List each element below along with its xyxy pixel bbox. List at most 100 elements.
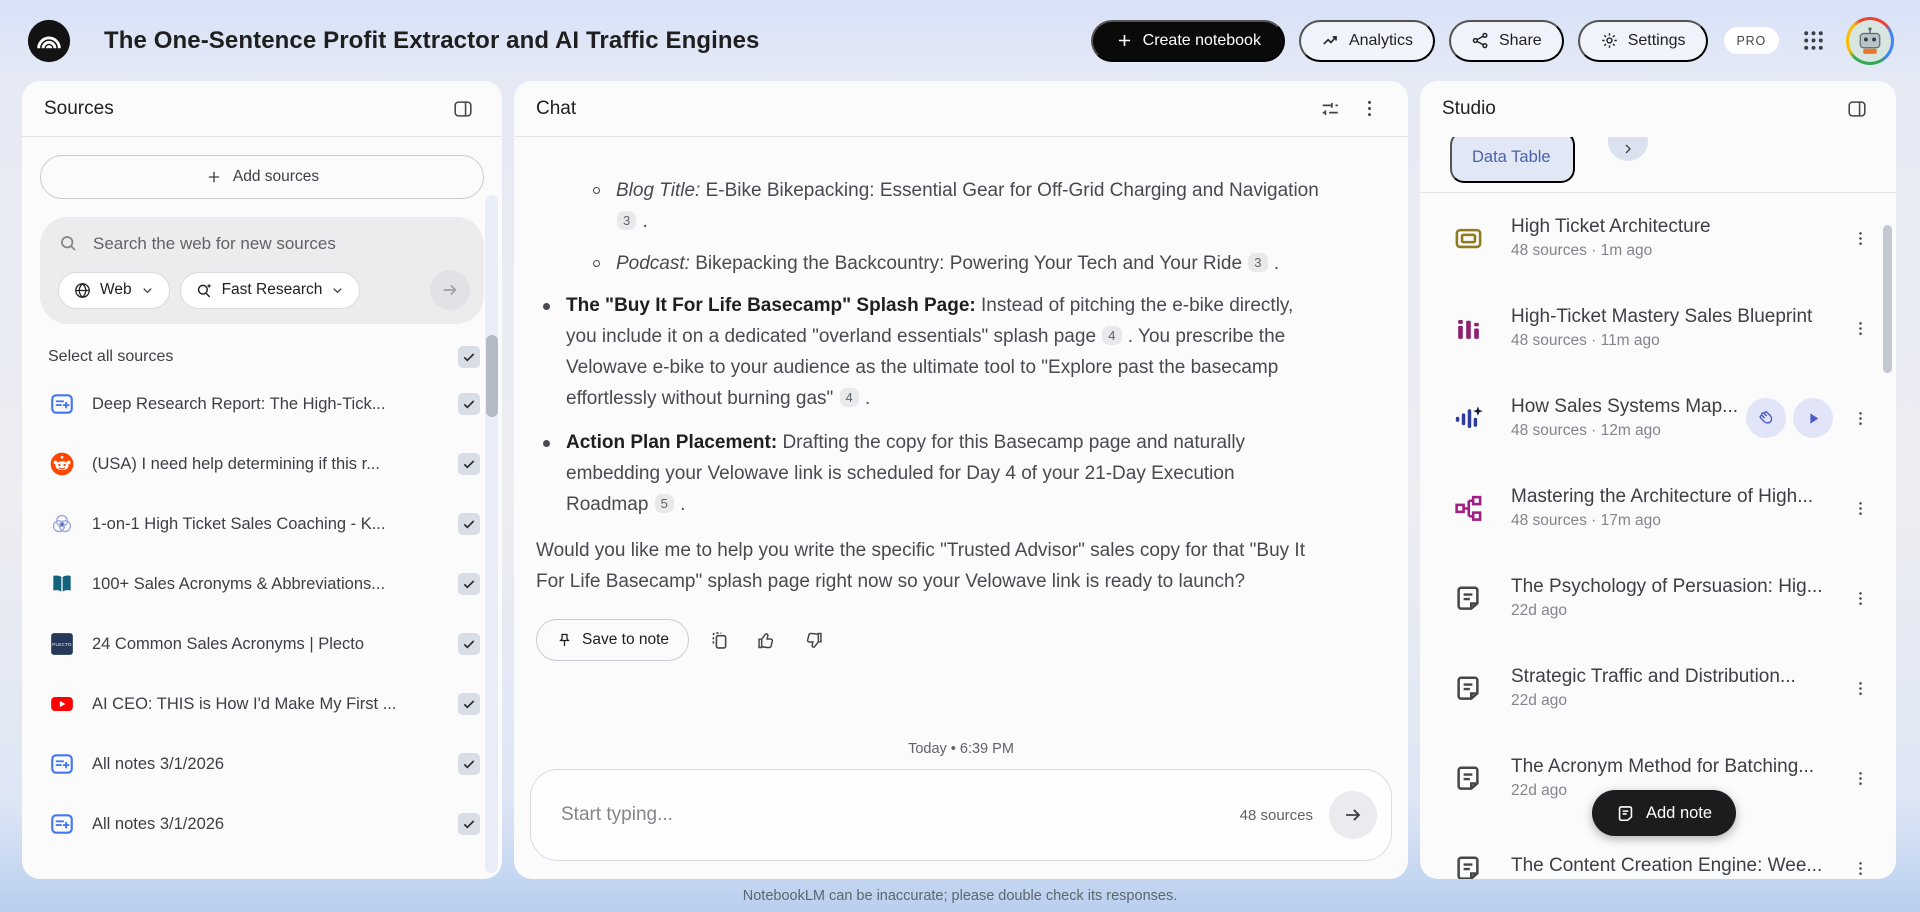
collapse-sources-panel-icon[interactable] [446, 92, 480, 126]
thumbs-up-icon[interactable] [750, 624, 783, 657]
web-search-box: Web Fast Research [40, 217, 484, 324]
studio-item-meta: 48 sources · 17m ago [1511, 512, 1661, 529]
studio-item-menu-icon[interactable] [1843, 311, 1878, 346]
search-submit-button[interactable] [430, 270, 470, 310]
source-title: All notes 3/1/2026 [92, 814, 225, 833]
citation-badge[interactable]: 3 [1248, 253, 1268, 272]
chat-text-segment: . [674, 494, 686, 515]
chat-input[interactable] [561, 804, 1240, 826]
source-checkbox[interactable] [458, 393, 480, 415]
source-row[interactable]: All notes 3/1/2026 [40, 794, 484, 854]
source-row[interactable]: AI CEO: THIS is How I'd Make My First ..… [40, 674, 484, 734]
web-source-type-dropdown[interactable]: Web [58, 271, 170, 309]
chat-bullet: The "Buy It For Life Basecamp" Splash Pa… [536, 290, 1322, 414]
globe-icon [73, 281, 92, 300]
chat-timestamp: Today • 6:39 PM [908, 741, 1014, 757]
note-dark-icon [1450, 670, 1486, 706]
user-avatar[interactable] [1846, 16, 1894, 65]
citation-badge[interactable]: 5 [654, 494, 674, 513]
studio-item-meta: 48 sources · 12m ago [1511, 422, 1661, 439]
select-all-checkbox[interactable] [458, 346, 480, 368]
search-icon [58, 233, 79, 254]
play-audio-button[interactable] [1793, 398, 1833, 438]
analytics-button[interactable]: Analytics [1298, 19, 1435, 62]
expand-studio-panel-icon[interactable] [1840, 92, 1874, 126]
studio-output-row[interactable]: The Psychology of Persuasion: Hig... 22d… [1420, 553, 1896, 643]
sources-scrollbar-thumb[interactable] [486, 335, 498, 417]
citation-badge[interactable]: 4 [1102, 326, 1122, 345]
source-checkbox[interactable] [458, 813, 480, 835]
source-checkbox[interactable] [458, 513, 480, 535]
disclaimer-text: NotebookLM can be inaccurate; please dou… [742, 888, 1178, 904]
studio-item-menu-icon[interactable] [1843, 581, 1878, 616]
studio-item-menu-icon[interactable] [1843, 221, 1878, 256]
send-message-button[interactable] [1329, 791, 1377, 839]
studio-chip-row: Data Table [1420, 137, 1896, 193]
studio-item-menu-icon[interactable] [1843, 401, 1878, 436]
sources-scrollbar-track[interactable] [485, 195, 498, 873]
source-title: 1-on-1 High Ticket Sales Coaching - K... [92, 514, 386, 533]
source-checkbox[interactable] [458, 453, 480, 475]
citation-badge[interactable]: 4 [839, 388, 859, 407]
search-web-input[interactable] [93, 233, 470, 254]
chat-paragraph: Would you like me to help you write the … [536, 535, 1322, 597]
source-row[interactable]: 1-on-1 High Ticket Sales Coaching - K... [40, 494, 484, 554]
studio-item-title: High-Ticket Mastery Sales Blueprint [1511, 306, 1813, 327]
book-icon [48, 571, 75, 598]
search-sparkle-icon [195, 281, 214, 300]
studio-scrollbar-thumb[interactable] [1883, 225, 1892, 373]
source-checkbox[interactable] [458, 753, 480, 775]
bars-purple-icon [1450, 310, 1486, 346]
notebooklm-logo-icon[interactable] [26, 18, 72, 64]
data-table-chip[interactable]: Data Table [1450, 137, 1575, 183]
top-bar: The One-Sentence Profit Extractor and AI… [0, 0, 1920, 81]
save-to-note-button[interactable]: Save to note [536, 619, 690, 661]
source-title: All notes 3/1/2026 [92, 754, 225, 773]
studio-output-list: High Ticket Architecture 48 sources · 1m… [1420, 193, 1896, 879]
studio-item-title: Strategic Traffic and Distribution... [1511, 666, 1796, 687]
pin-icon [556, 632, 573, 649]
add-note-button[interactable]: Add note [1592, 790, 1737, 836]
add-sources-button[interactable]: Add sources [40, 155, 484, 199]
gear-icon [1600, 31, 1619, 50]
studio-item-menu-icon[interactable] [1843, 491, 1878, 526]
chevron-down-icon [330, 283, 345, 298]
chat-settings-tune-icon[interactable] [1313, 92, 1347, 126]
share-button[interactable]: Share [1448, 19, 1564, 62]
interactive-mode-button[interactable] [1746, 398, 1786, 438]
citation-badge[interactable]: 3 [617, 211, 637, 230]
source-row[interactable]: 100+ Sales Acronyms & Abbreviations... [40, 554, 484, 614]
studio-output-row[interactable]: High-Ticket Mastery Sales Blueprint 48 s… [1420, 283, 1896, 373]
studio-output-row[interactable]: High Ticket Architecture 48 sources · 1m… [1420, 193, 1896, 283]
chat-text-segment: Blog Title: [616, 180, 701, 201]
notebook-title[interactable]: The One-Sentence Profit Extractor and AI… [104, 27, 760, 55]
studio-item-menu-icon[interactable] [1843, 761, 1878, 796]
copy-icon[interactable] [703, 624, 736, 657]
source-row[interactable]: PLECTO 24 Common Sales Acronyms | Plecto [40, 614, 484, 674]
apps-grid-icon[interactable] [1801, 28, 1826, 53]
thumbs-down-icon[interactable] [797, 624, 830, 657]
studio-item-meta: 48 sources · 11m ago [1511, 332, 1660, 349]
source-checkbox[interactable] [458, 693, 480, 715]
chat-bullet: Podcast: Bikepacking the Backcountry: Po… [536, 248, 1322, 279]
studio-output-row[interactable]: How Sales Systems Map... 48 sources · 12… [1420, 373, 1896, 463]
sources-panel-title: Sources [44, 97, 114, 119]
source-row[interactable]: All notes 3/1/2026 [40, 734, 484, 794]
chip-scroll-right-button[interactable] [1608, 137, 1648, 161]
chat-more-menu-icon[interactable] [1353, 92, 1386, 125]
research-mode-dropdown[interactable]: Fast Research [179, 271, 361, 309]
studio-item-menu-icon[interactable] [1843, 671, 1878, 706]
studio-item-title: High Ticket Architecture [1511, 216, 1711, 237]
bullet-marker [543, 303, 550, 310]
settings-button[interactable]: Settings [1577, 19, 1708, 62]
plus-icon [1115, 31, 1134, 50]
source-checkbox[interactable] [458, 573, 480, 595]
create-notebook-button[interactable]: Create notebook [1090, 19, 1285, 62]
source-row[interactable]: (USA) I need help determining if this r.… [40, 434, 484, 494]
studio-output-row[interactable]: Mastering the Architecture of High... 48… [1420, 463, 1896, 553]
source-checkbox[interactable] [458, 633, 480, 655]
note-blue-icon [48, 751, 75, 778]
studio-output-row[interactable]: Strategic Traffic and Distribution... 22… [1420, 643, 1896, 733]
source-row[interactable]: Deep Research Report: The High-Tick... [40, 374, 484, 434]
studio-item-menu-icon[interactable] [1843, 851, 1878, 880]
